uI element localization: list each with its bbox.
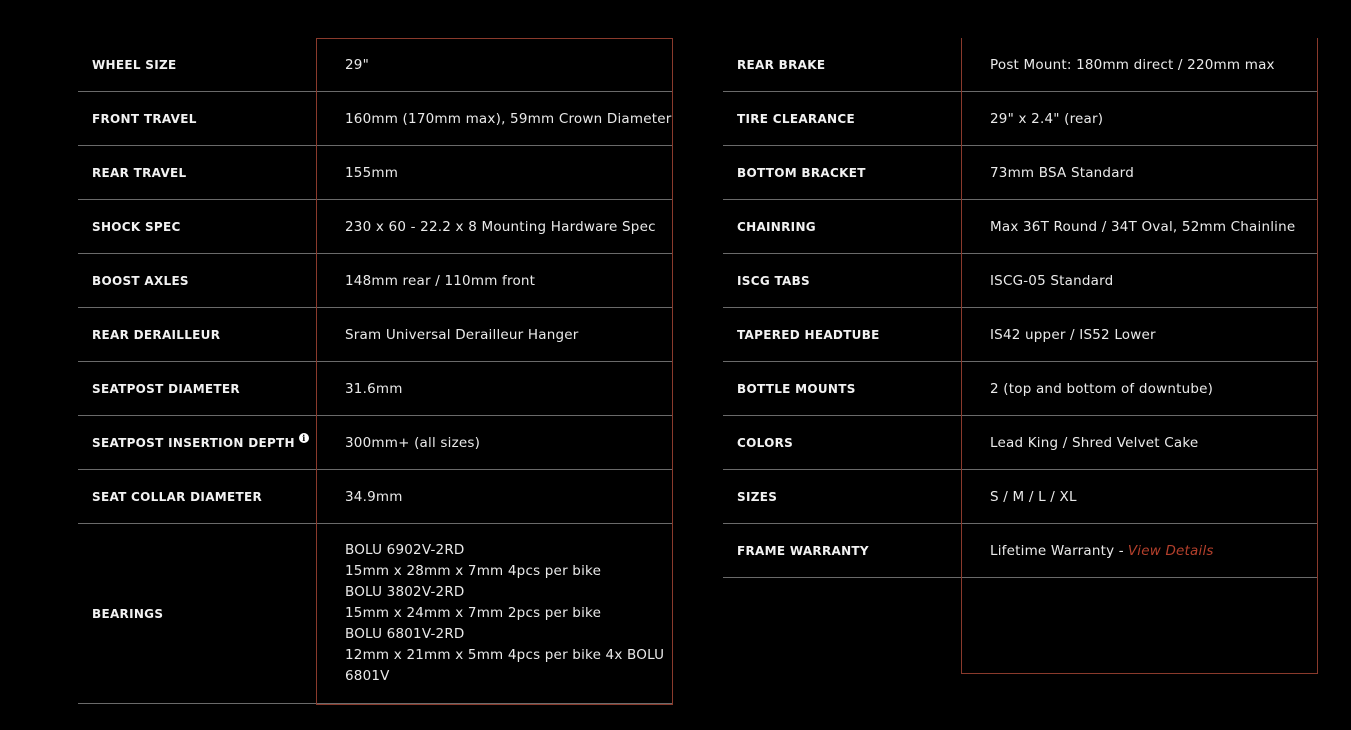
spec-label-text: SIZES	[737, 489, 778, 504]
spec-row-bearings: BEARINGS BOLU 6902V-2RD 15mm x 28mm x 7mm …	[78, 524, 673, 704]
spec-label: TIRE CLEARANCE	[723, 92, 961, 145]
spec-label-text: REAR DERAILLEUR	[92, 327, 221, 342]
spec-row: SEAT COLLAR DIAMETER 34.9mm	[78, 470, 673, 524]
spec-value: IS42 upper / IS52 Lower	[990, 326, 1156, 343]
spec-value: S / M / L / XL	[990, 488, 1077, 505]
spec-value: 160mm (170mm max), 59mm Crown Diameter	[345, 110, 672, 127]
spec-label-text: ISCG TABS	[737, 273, 810, 288]
spec-value: 31.6mm	[345, 380, 403, 397]
spec-value: Post Mount: 180mm direct / 220mm max	[990, 56, 1275, 73]
spec-value: 73mm BSA Standard	[990, 164, 1134, 181]
info-icon[interactable]: i	[298, 432, 309, 443]
spec-row: BOTTOM BRACKET 73mm BSA Standard	[723, 146, 1318, 200]
spec-label: SEATPOST DIAMETER	[78, 362, 316, 415]
spec-label-text: WHEEL SIZE	[92, 57, 177, 72]
spec-row: ISCG TABS ISCG-05 Standard	[723, 254, 1318, 308]
left-spec-table: WHEEL SIZE 29" FRONT TRAVEL 160mm (170mm ma…	[78, 38, 673, 704]
spec-label-text: SHOCK SPEC	[92, 219, 181, 234]
spec-row: BOTTLE MOUNTS 2 (top and bottom of downtu…	[723, 362, 1318, 416]
spec-row: REAR BRAKE Post Mount: 180mm direct / 220…	[723, 38, 1318, 92]
bearing-line: 15mm x 24mm x 7mm 2pcs per bike	[345, 605, 602, 621]
spec-row: TAPERED HEADTUBE IS42 upper / IS52 Lower	[723, 308, 1318, 362]
spec-value: 148mm rear / 110mm front	[345, 272, 536, 289]
spec-row: COLORS Lead King / Shred Velvet Cake	[723, 416, 1318, 470]
spec-label-text: FRONT TRAVEL	[92, 111, 197, 126]
spec-value: Lifetime Warranty - View Details	[961, 524, 1318, 577]
spec-value: ISCG-05 Standard	[990, 272, 1114, 289]
spec-label-text: BOTTLE MOUNTS	[737, 381, 856, 396]
spec-row: SEATPOST INSERTION DEPTH i 300mm+ (all siz…	[78, 416, 673, 470]
spec-label: SEAT COLLAR DIAMETER	[78, 470, 316, 523]
bearing-lines: BOLU 6902V-2RD 15mm x 28mm x 7mm 4pcs per…	[345, 540, 665, 687]
spec-row: REAR DERAILLEUR Sram Universal Derailleur…	[78, 308, 673, 362]
spec-label-text: REAR TRAVEL	[92, 165, 187, 180]
spec-label: ISCG TABS	[723, 254, 961, 307]
spec-row: SIZES S / M / L / XL	[723, 470, 1318, 524]
spec-row: CHAINRING Max 36T Round / 34T Oval, 52mm …	[723, 200, 1318, 254]
bearing-line: 15mm x 28mm x 7mm 4pcs per bike	[345, 563, 602, 579]
spec-label-text: SEAT COLLAR DIAMETER	[92, 489, 263, 504]
view-details-link[interactable]: View Details	[1128, 543, 1214, 559]
spec-label: BOOST AXLES	[78, 254, 316, 307]
bearing-line: BOLU 6902V-2RD	[345, 542, 465, 558]
spec-row: SHOCK SPEC 230 x 60 - 22.2 x 8 Mounting H…	[78, 200, 673, 254]
spec-value: Sram Universal Derailleur Hanger	[345, 326, 579, 343]
spec-label-text: BOTTOM BRACKET	[737, 165, 866, 180]
spec-label: TAPERED HEADTUBE	[723, 308, 961, 361]
spec-row-warranty: FRAME WARRANTY Lifetime Warranty - View De…	[723, 524, 1318, 578]
spec-label: WHEEL SIZE	[78, 38, 316, 91]
spec-value: 34.9mm	[345, 488, 403, 505]
spec-value: 29" x 2.4" (rear)	[990, 110, 1104, 127]
spec-row: SEATPOST DIAMETER 31.6mm	[78, 362, 673, 416]
spec-label-text: TAPERED HEADTUBE	[737, 327, 880, 342]
spec-label-text: TIRE CLEARANCE	[737, 111, 855, 126]
spec-value: Lead King / Shred Velvet Cake	[990, 434, 1199, 451]
spec-label: FRONT TRAVEL	[78, 92, 316, 145]
spec-row: TIRE CLEARANCE 29" x 2.4" (rear)	[723, 92, 1318, 146]
spec-label-text: REAR BRAKE	[737, 57, 826, 72]
spec-row: BOOST AXLES 148mm rear / 110mm front	[78, 254, 673, 308]
spec-label-text: SEATPOST DIAMETER	[92, 381, 240, 396]
spec-label: BEARINGS	[92, 606, 164, 621]
spec-value: 230 x 60 - 22.2 x 8 Mounting Hardware Sp…	[345, 218, 656, 235]
bearing-line: BOLU 6801V-2RD	[345, 626, 465, 642]
spec-label: FRAME WARRANTY	[737, 543, 869, 558]
spec-label: REAR BRAKE	[723, 38, 961, 91]
spec-value: 300mm+ (all sizes)	[345, 434, 481, 451]
spec-label: SEATPOST INSERTION DEPTH i	[78, 416, 316, 469]
spec-value: Max 36T Round / 34T Oval, 52mm Chainline	[990, 218, 1296, 235]
spec-label: BOTTOM BRACKET	[723, 146, 961, 199]
spec-label: COLORS	[723, 416, 961, 469]
spec-label: REAR DERAILLEUR	[78, 308, 316, 361]
spec-label: SIZES	[723, 470, 961, 523]
spec-value: 29"	[345, 56, 369, 73]
bearing-line: BOLU 3802V-2RD	[345, 584, 465, 600]
spec-label-text: COLORS	[737, 435, 794, 450]
spec-label: BOTTLE MOUNTS	[723, 362, 961, 415]
spec-value-bearings: BOLU 6902V-2RD 15mm x 28mm x 7mm 4pcs per…	[316, 524, 673, 703]
spec-label-text: SEATPOST INSERTION DEPTH	[92, 435, 295, 450]
warranty-text: Lifetime Warranty -	[990, 542, 1124, 559]
spec-label: REAR TRAVEL	[78, 146, 316, 199]
spec-label: SHOCK SPEC	[78, 200, 316, 253]
spec-value: 2 (top and bottom of downtube)	[990, 380, 1214, 397]
spec-row: WHEEL SIZE 29"	[78, 38, 673, 92]
bearing-line: 12mm x 21mm x 5mm 4pcs per bike 4x BOLU …	[345, 647, 665, 684]
spec-label: CHAINRING	[723, 200, 961, 253]
right-spec-table: REAR BRAKE Post Mount: 180mm direct / 220…	[723, 38, 1318, 578]
spec-row: FRONT TRAVEL 160mm (170mm max), 59mm Crow…	[78, 92, 673, 146]
spec-value: 155mm	[345, 164, 399, 181]
spec-label-text: BOOST AXLES	[92, 273, 189, 288]
spec-row: REAR TRAVEL 155mm	[78, 146, 673, 200]
spec-label-text: CHAINRING	[737, 219, 816, 234]
